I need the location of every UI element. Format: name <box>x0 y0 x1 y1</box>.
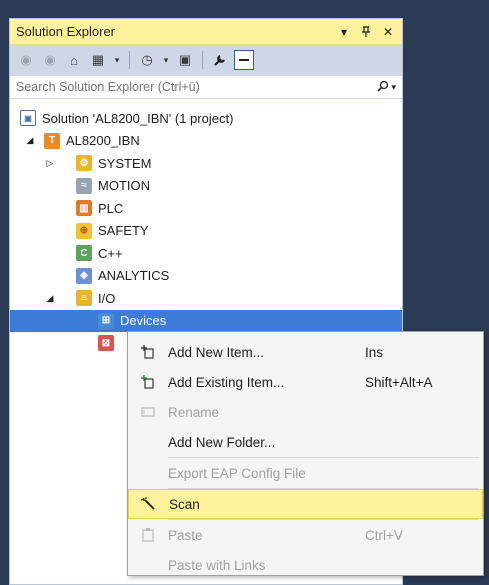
forward-icon[interactable]: ◉ <box>40 50 60 70</box>
menu-item-rename[interactable]: Rename <box>128 397 483 427</box>
tree-item-motion[interactable]: ≈ MOTION <box>10 175 402 198</box>
mappings-icon: ⊠ <box>98 335 114 352</box>
expand-arrow-icon[interactable]: ▷ <box>44 158 56 169</box>
switch-views-icon[interactable]: ▦ <box>88 50 108 70</box>
toolbar-separator <box>129 51 130 69</box>
tree-item-safety[interactable]: ⊕ SAFETY <box>10 220 402 243</box>
window-position-dropdown-icon[interactable]: ▾ <box>336 24 352 40</box>
tree-item-label: AL8200_IBN <box>66 133 140 149</box>
tree-item-label: MOTION <box>98 178 150 194</box>
back-icon[interactable]: ◉ <box>16 50 36 70</box>
io-icon: ≡ <box>76 290 92 307</box>
panel-toolbar: ◉ ◉ ⌂ ▦ ▾ ◷ ▾ ▣ <box>10 45 402 75</box>
tree-item-analytics[interactable]: ◈ ANALYTICS <box>10 265 402 288</box>
collapse-all-icon[interactable]: ▣ <box>175 50 195 70</box>
panel-title: Solution Explorer <box>16 24 115 39</box>
search-options-dropdown-icon[interactable]: ▾ <box>391 82 396 93</box>
pending-changes-dropdown-icon[interactable]: ▾ <box>161 50 171 70</box>
cpp-icon: C <box>76 245 92 262</box>
panel-title-bar: Solution Explorer ▾ ✕ <box>10 19 402 45</box>
tree-item-plc[interactable]: ▥ PLC <box>10 197 402 220</box>
plc-icon: ▥ <box>76 200 92 217</box>
analytics-icon: ◈ <box>76 267 92 284</box>
solution-icon: ▣ <box>20 110 36 127</box>
properties-wrench-icon[interactable] <box>210 50 230 70</box>
search-bar: ▾ <box>10 75 402 99</box>
tree-item-project[interactable]: ◢ T AL8200_IBN <box>10 130 402 153</box>
tree-item-system[interactable]: ▷ ⚙ SYSTEM <box>10 152 402 175</box>
tree-item-cpp[interactable]: C C++ <box>10 242 402 265</box>
solution-tree: ▣ Solution 'AL8200_IBN' (1 project) ◢ T … <box>10 99 402 355</box>
tree-item-label: Solution 'AL8200_IBN' (1 project) <box>42 110 234 126</box>
menu-item-add-new-item[interactable]: Add New Item... Ins <box>128 337 483 367</box>
toolbar-separator <box>202 51 203 69</box>
menu-item-export-eap-config-file[interactable]: Export EAP Config File <box>128 458 483 488</box>
tree-item-label: SAFETY <box>98 223 149 239</box>
safety-icon: ⊕ <box>76 222 92 239</box>
tree-item-label: ANALYTICS <box>98 268 170 284</box>
rename-icon <box>128 406 168 418</box>
switch-views-dropdown-icon[interactable]: ▾ <box>112 50 122 70</box>
menu-item-add-existing-item[interactable]: Add Existing Item... Shift+Alt+A <box>128 367 483 397</box>
tree-item-label: I/O <box>98 290 116 306</box>
search-input[interactable] <box>16 80 378 94</box>
preview-selected-items-icon[interactable] <box>234 50 254 70</box>
tree-item-label: C++ <box>98 245 123 261</box>
tree-item-solution[interactable]: ▣ Solution 'AL8200_IBN' (1 project) <box>10 107 402 130</box>
tree-item-devices[interactable]: ⊞ Devices <box>10 309 402 332</box>
menu-item-paste[interactable]: Paste Ctrl+V <box>128 520 483 550</box>
scan-wand-icon <box>129 497 169 511</box>
pin-icon[interactable] <box>358 24 374 40</box>
context-menu: Add New Item... Ins Add Existing Item...… <box>127 331 484 576</box>
search-icon[interactable] <box>377 80 389 95</box>
paste-icon <box>128 528 168 542</box>
menu-item-paste-with-links[interactable]: Paste with Links <box>128 550 483 580</box>
tree-item-label: PLC <box>98 200 124 216</box>
menu-item-scan[interactable]: Scan <box>128 489 483 519</box>
collapse-arrow-icon[interactable]: ◢ <box>44 293 56 304</box>
pending-changes-icon[interactable]: ◷ <box>137 50 157 70</box>
tree-item-label: SYSTEM <box>98 155 152 171</box>
add-new-item-icon <box>128 345 168 359</box>
tree-item-io[interactable]: ◢ ≡ I/O <box>10 287 402 310</box>
devices-icon: ⊞ <box>98 312 114 329</box>
menu-item-add-new-folder[interactable]: Add New Folder... <box>128 427 483 457</box>
twincat-project-icon: T <box>44 132 60 149</box>
motion-icon: ≈ <box>76 177 92 194</box>
ide-background: Solution Explorer ▾ ✕ ◉ ◉ ⌂ ▦ ▾ ◷ ▾ ▣ Se… <box>0 0 489 585</box>
collapse-arrow-icon[interactable]: ◢ <box>24 135 36 146</box>
tree-item-label: Devices <box>120 313 167 329</box>
system-gear-icon: ⚙ <box>76 155 92 172</box>
add-existing-item-icon <box>128 375 168 389</box>
close-icon[interactable]: ✕ <box>380 24 396 40</box>
home-icon[interactable]: ⌂ <box>64 50 84 70</box>
